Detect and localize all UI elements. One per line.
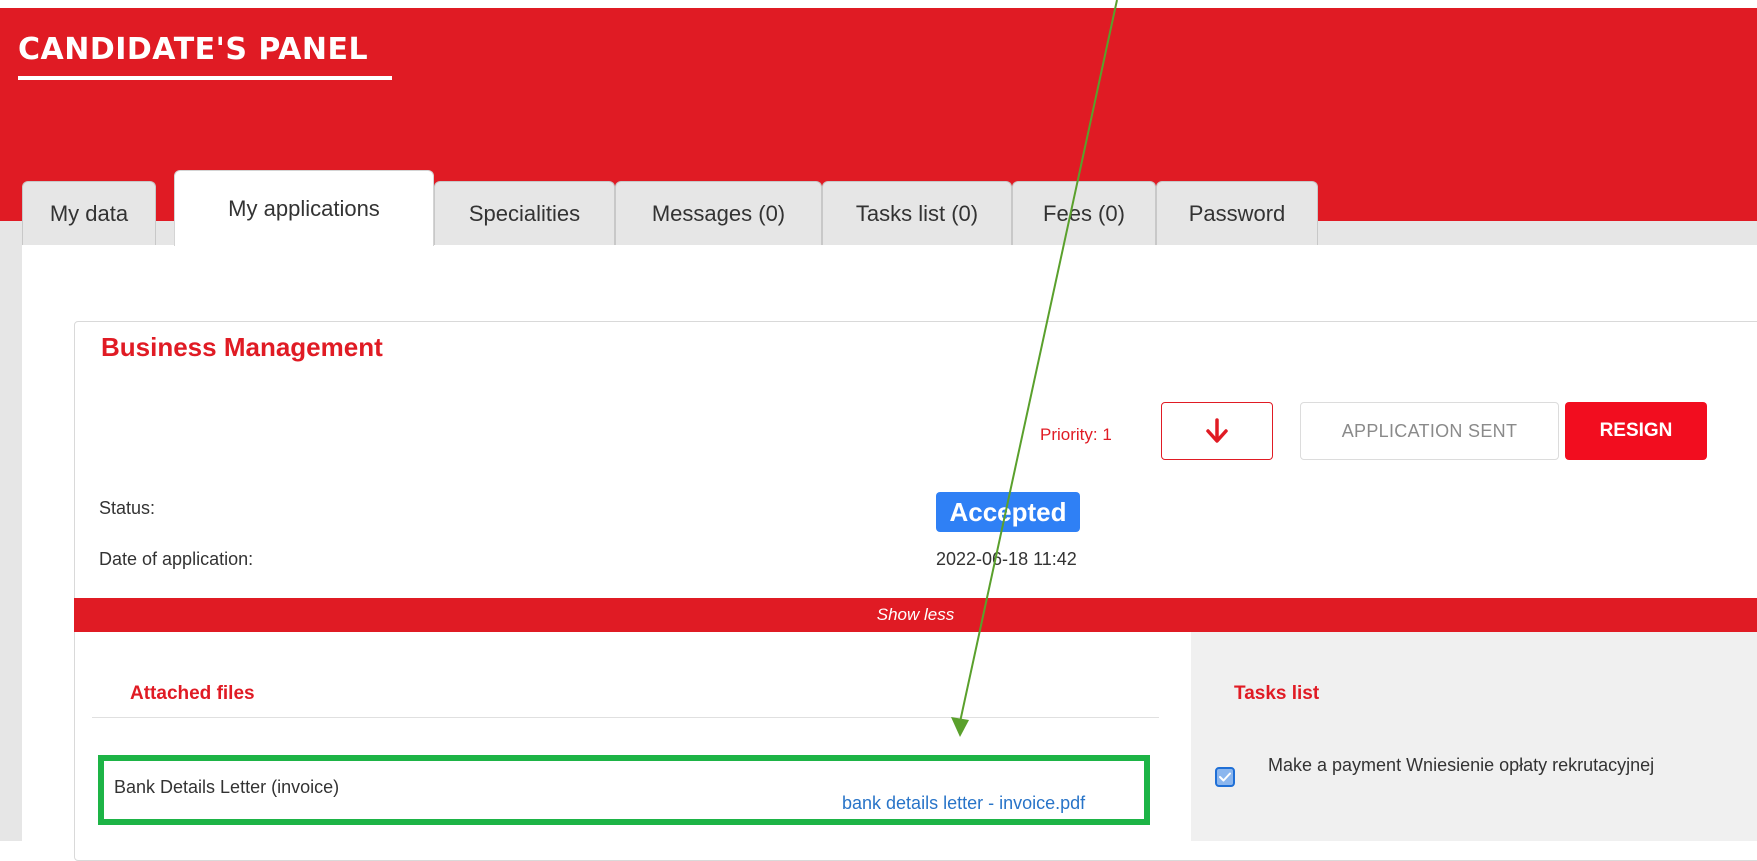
- task-label: Make a payment Wniesienie opłaty rekruta…: [1268, 755, 1655, 775]
- check-icon: [1219, 772, 1231, 782]
- attached-files-title: Attached files: [130, 683, 255, 704]
- priority-down-button[interactable]: [1161, 402, 1273, 460]
- arrow-down-icon: [1206, 418, 1228, 443]
- resign-button[interactable]: RESIGN: [1565, 402, 1707, 460]
- tab-my-data[interactable]: My data: [22, 181, 156, 245]
- panel-title-underline: [18, 76, 392, 80]
- priority-label: Priority: 1: [1040, 425, 1112, 444]
- attached-files-divider: [92, 717, 1159, 718]
- status-label: Status:: [99, 498, 156, 518]
- tasks-list-panel: [1191, 632, 1757, 841]
- tab-my-applications[interactable]: My applications: [174, 170, 434, 246]
- tab-tasks-list[interactable]: Tasks list (0): [822, 181, 1012, 245]
- file-name: Bank Details Letter (invoice): [114, 777, 340, 797]
- tab-specialities[interactable]: Specialities: [434, 181, 615, 245]
- application-sent-button: APPLICATION SENT: [1300, 402, 1559, 460]
- content-left-edge: [0, 245, 22, 841]
- tab-messages[interactable]: Messages (0): [615, 181, 822, 245]
- tab-fees[interactable]: Fees (0): [1012, 181, 1156, 245]
- date-value: 2022-06-18 11:42: [936, 549, 1077, 569]
- file-download-link[interactable]: bank details letter - invoice.pdf: [842, 793, 1085, 814]
- tasks-list-title: Tasks list: [1234, 683, 1320, 704]
- task-checkbox[interactable]: [1215, 767, 1235, 787]
- status-badge: Accepted: [936, 492, 1080, 532]
- show-less-toggle[interactable]: Show less: [74, 598, 1757, 632]
- application-title: Business Management: [101, 332, 383, 362]
- date-label: Date of application:: [99, 549, 254, 569]
- panel-title: CANDIDATE'S PANEL: [18, 32, 369, 67]
- tab-password[interactable]: Password: [1156, 181, 1318, 245]
